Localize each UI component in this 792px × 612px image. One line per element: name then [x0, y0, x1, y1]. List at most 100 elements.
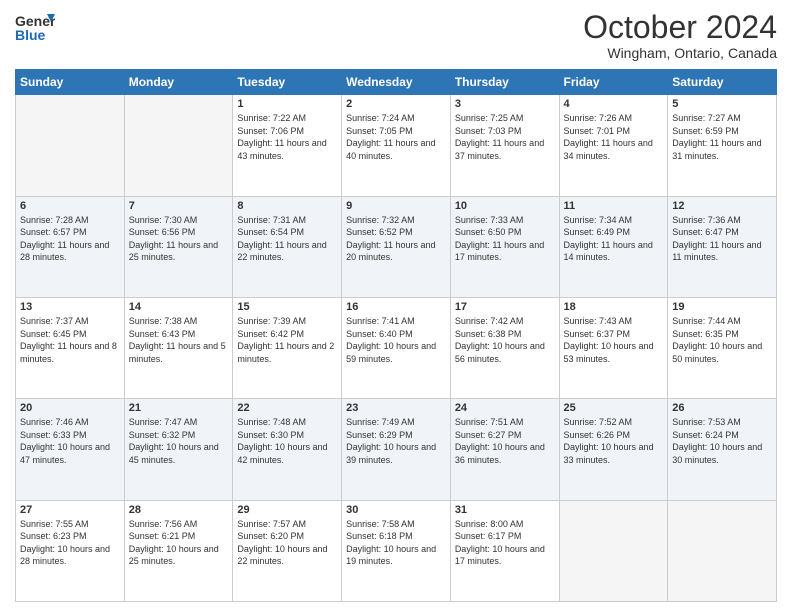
day-info: Sunrise: 7:25 AM Sunset: 7:03 PM Dayligh…: [455, 112, 555, 162]
calendar-cell: 1Sunrise: 7:22 AM Sunset: 7:06 PM Daylig…: [233, 95, 342, 196]
calendar-cell: 23 Sunrise: 7:49 AM Sunset: 6:29 PM Dayli…: [342, 399, 451, 500]
calendar-table: SundayMondayTuesdayWednesdayThursdayFrid…: [15, 69, 777, 602]
calendar-cell: 15 Sunrise: 7:39 AM Sunset: 6:42 PM Dayli…: [233, 297, 342, 398]
day-header-saturday: Saturday: [668, 70, 777, 95]
calendar-cell: [124, 95, 233, 196]
calendar-cell: [16, 95, 125, 196]
day-number: 19: [672, 301, 772, 313]
calendar-cell: 13 Sunrise: 7:37 AM Sunset: 6:45 PM Dayli…: [16, 297, 125, 398]
calendar-cell: 14 Sunrise: 7:38 AM Sunset: 6:43 PM Dayli…: [124, 297, 233, 398]
day-info: Sunrise: 7:56 AM Sunset: 6:21 PM Dayligh…: [129, 518, 229, 568]
day-number: 17: [455, 301, 555, 313]
day-info: Sunrise: 7:27 AM Sunset: 6:59 PM Dayligh…: [672, 112, 772, 162]
calendar-cell: 12 Sunrise: 7:36 AM Sunset: 6:47 PM Dayli…: [668, 196, 777, 297]
calendar-body: 1Sunrise: 7:22 AM Sunset: 7:06 PM Daylig…: [16, 95, 777, 602]
day-number: 21: [129, 402, 229, 414]
calendar-cell: [668, 500, 777, 601]
calendar-header-row: SundayMondayTuesdayWednesdayThursdayFrid…: [16, 70, 777, 95]
day-number: 23: [346, 402, 446, 414]
month-title: October 2024: [583, 10, 777, 45]
calendar-cell: 11 Sunrise: 7:34 AM Sunset: 6:49 PM Dayli…: [559, 196, 668, 297]
day-number: 29: [237, 504, 337, 516]
calendar-cell: 7 Sunrise: 7:30 AM Sunset: 6:56 PM Daylig…: [124, 196, 233, 297]
calendar-week-2: 6Sunrise: 7:28 AM Sunset: 6:57 PM Daylig…: [16, 196, 777, 297]
day-info: Sunrise: 7:58 AM Sunset: 6:18 PM Dayligh…: [346, 518, 446, 568]
location-subtitle: Wingham, Ontario, Canada: [583, 45, 777, 61]
day-info: Sunrise: 7:42 AM Sunset: 6:38 PM Dayligh…: [455, 315, 555, 365]
day-info: Sunrise: 7:39 AM Sunset: 6:42 PM Dayligh…: [237, 315, 337, 365]
day-number: 15: [237, 301, 337, 313]
day-number: 12: [672, 200, 772, 212]
calendar-cell: 20 Sunrise: 7:46 AM Sunset: 6:33 PM Dayli…: [16, 399, 125, 500]
day-info: Sunrise: 7:32 AM Sunset: 6:52 PM Dayligh…: [346, 214, 446, 264]
day-info: Sunrise: 7:46 AM Sunset: 6:33 PM Dayligh…: [20, 416, 120, 466]
calendar-cell: 24 Sunrise: 7:51 AM Sunset: 6:27 PM Dayli…: [450, 399, 559, 500]
day-number: 24: [455, 402, 555, 414]
calendar-cell: 30 Sunrise: 7:58 AM Sunset: 6:18 PM Dayli…: [342, 500, 451, 601]
calendar-cell: 31 Sunrise: 8:00 AM Sunset: 6:17 PM Dayli…: [450, 500, 559, 601]
day-info: Sunrise: 7:49 AM Sunset: 6:29 PM Dayligh…: [346, 416, 446, 466]
day-info: Sunrise: 7:44 AM Sunset: 6:35 PM Dayligh…: [672, 315, 772, 365]
calendar-cell: 8Sunrise: 7:31 AM Sunset: 6:54 PM Daylig…: [233, 196, 342, 297]
day-number: 2: [346, 98, 446, 110]
calendar-cell: 16Sunrise: 7:41 AM Sunset: 6:40 PM Dayli…: [342, 297, 451, 398]
calendar-week-4: 20 Sunrise: 7:46 AM Sunset: 6:33 PM Dayli…: [16, 399, 777, 500]
day-number: 6: [20, 200, 120, 212]
calendar-cell: 4Sunrise: 7:26 AM Sunset: 7:01 PM Daylig…: [559, 95, 668, 196]
calendar-cell: 9 Sunrise: 7:32 AM Sunset: 6:52 PM Daylig…: [342, 196, 451, 297]
day-info: Sunrise: 7:38 AM Sunset: 6:43 PM Dayligh…: [129, 315, 229, 365]
day-info: Sunrise: 7:26 AM Sunset: 7:01 PM Dayligh…: [564, 112, 664, 162]
day-info: Sunrise: 7:30 AM Sunset: 6:56 PM Dayligh…: [129, 214, 229, 264]
day-number: 27: [20, 504, 120, 516]
day-info: Sunrise: 7:47 AM Sunset: 6:32 PM Dayligh…: [129, 416, 229, 466]
day-number: 28: [129, 504, 229, 516]
day-number: 9: [346, 200, 446, 212]
day-info: Sunrise: 7:36 AM Sunset: 6:47 PM Dayligh…: [672, 214, 772, 264]
day-info: Sunrise: 7:37 AM Sunset: 6:45 PM Dayligh…: [20, 315, 120, 365]
day-info: Sunrise: 7:51 AM Sunset: 6:27 PM Dayligh…: [455, 416, 555, 466]
day-number: 20: [20, 402, 120, 414]
day-info: Sunrise: 7:34 AM Sunset: 6:49 PM Dayligh…: [564, 214, 664, 264]
day-info: Sunrise: 7:57 AM Sunset: 6:20 PM Dayligh…: [237, 518, 337, 568]
day-info: Sunrise: 7:53 AM Sunset: 6:24 PM Dayligh…: [672, 416, 772, 466]
day-info: Sunrise: 7:41 AM Sunset: 6:40 PM Dayligh…: [346, 315, 446, 365]
day-number: 31: [455, 504, 555, 516]
day-number: 26: [672, 402, 772, 414]
day-number: 22: [237, 402, 337, 414]
day-number: 8: [237, 200, 337, 212]
day-number: 18: [564, 301, 664, 313]
calendar-cell: 19 Sunrise: 7:44 AM Sunset: 6:35 PM Dayli…: [668, 297, 777, 398]
day-number: 11: [564, 200, 664, 212]
calendar-cell: 21 Sunrise: 7:47 AM Sunset: 6:32 PM Dayli…: [124, 399, 233, 500]
day-info: Sunrise: 7:33 AM Sunset: 6:50 PM Dayligh…: [455, 214, 555, 264]
day-number: 30: [346, 504, 446, 516]
logo: General Blue: [15, 10, 55, 46]
day-header-wednesday: Wednesday: [342, 70, 451, 95]
calendar-cell: 29 Sunrise: 7:57 AM Sunset: 6:20 PM Dayli…: [233, 500, 342, 601]
title-area: October 2024 Wingham, Ontario, Canada: [583, 10, 777, 61]
calendar-week-5: 27Sunrise: 7:55 AM Sunset: 6:23 PM Dayli…: [16, 500, 777, 601]
calendar-cell: 25 Sunrise: 7:52 AM Sunset: 6:26 PM Dayli…: [559, 399, 668, 500]
day-number: 14: [129, 301, 229, 313]
day-info: Sunrise: 8:00 AM Sunset: 6:17 PM Dayligh…: [455, 518, 555, 568]
day-info: Sunrise: 7:22 AM Sunset: 7:06 PM Dayligh…: [237, 112, 337, 162]
logo-icon: General Blue: [15, 10, 55, 46]
calendar-cell: 22Sunrise: 7:48 AM Sunset: 6:30 PM Dayli…: [233, 399, 342, 500]
calendar-week-1: 1Sunrise: 7:22 AM Sunset: 7:06 PM Daylig…: [16, 95, 777, 196]
calendar-cell: 3 Sunrise: 7:25 AM Sunset: 7:03 PM Daylig…: [450, 95, 559, 196]
day-number: 7: [129, 200, 229, 212]
calendar-cell: [559, 500, 668, 601]
day-header-sunday: Sunday: [16, 70, 125, 95]
calendar-cell: 2Sunrise: 7:24 AM Sunset: 7:05 PM Daylig…: [342, 95, 451, 196]
calendar-cell: 18Sunrise: 7:43 AM Sunset: 6:37 PM Dayli…: [559, 297, 668, 398]
day-header-monday: Monday: [124, 70, 233, 95]
calendar-cell: 5Sunrise: 7:27 AM Sunset: 6:59 PM Daylig…: [668, 95, 777, 196]
day-header-friday: Friday: [559, 70, 668, 95]
day-number: 3: [455, 98, 555, 110]
day-info: Sunrise: 7:52 AM Sunset: 6:26 PM Dayligh…: [564, 416, 664, 466]
day-number: 10: [455, 200, 555, 212]
day-number: 13: [20, 301, 120, 313]
calendar-cell: 10 Sunrise: 7:33 AM Sunset: 6:50 PM Dayli…: [450, 196, 559, 297]
calendar-cell: 28 Sunrise: 7:56 AM Sunset: 6:21 PM Dayli…: [124, 500, 233, 601]
day-number: 25: [564, 402, 664, 414]
